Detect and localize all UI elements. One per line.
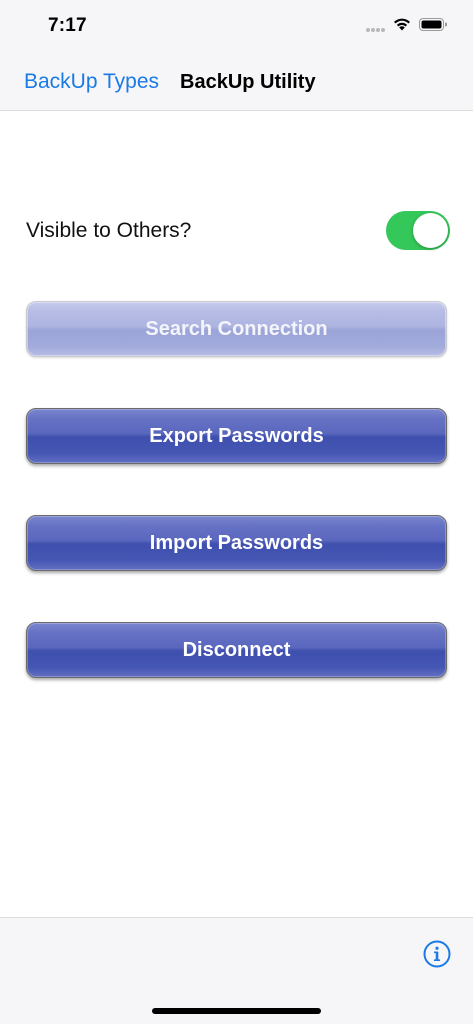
page-title: BackUp Utility <box>180 71 316 93</box>
visible-to-others-label: Visible to Others? <box>26 219 192 242</box>
disconnect-button[interactable]: Disconnect <box>26 622 447 678</box>
main-content: Visible to Others? Search Connection Exp… <box>0 111 473 917</box>
import-passwords-button[interactable]: Import Passwords <box>26 515 447 571</box>
bottom-toolbar <box>0 917 473 1024</box>
battery-icon <box>419 18 447 31</box>
visible-to-others-toggle[interactable] <box>386 211 450 250</box>
wifi-icon <box>394 18 410 31</box>
info-icon[interactable] <box>423 940 451 968</box>
home-indicator <box>152 1008 321 1014</box>
search-connection-button[interactable]: Search Connection <box>26 301 447 357</box>
screen: 7:17 BackUp Types BackUp Utility Visible… <box>0 0 473 1024</box>
navigation-bar: BackUp Types BackUp Utility <box>0 52 473 111</box>
cellular-signal-icon <box>366 28 386 32</box>
back-button[interactable]: BackUp Types <box>24 70 159 94</box>
status-bar: 7:17 <box>0 0 473 52</box>
status-time: 7:17 <box>48 15 87 36</box>
export-passwords-button[interactable]: Export Passwords <box>26 408 447 464</box>
toggle-knob <box>413 213 448 248</box>
